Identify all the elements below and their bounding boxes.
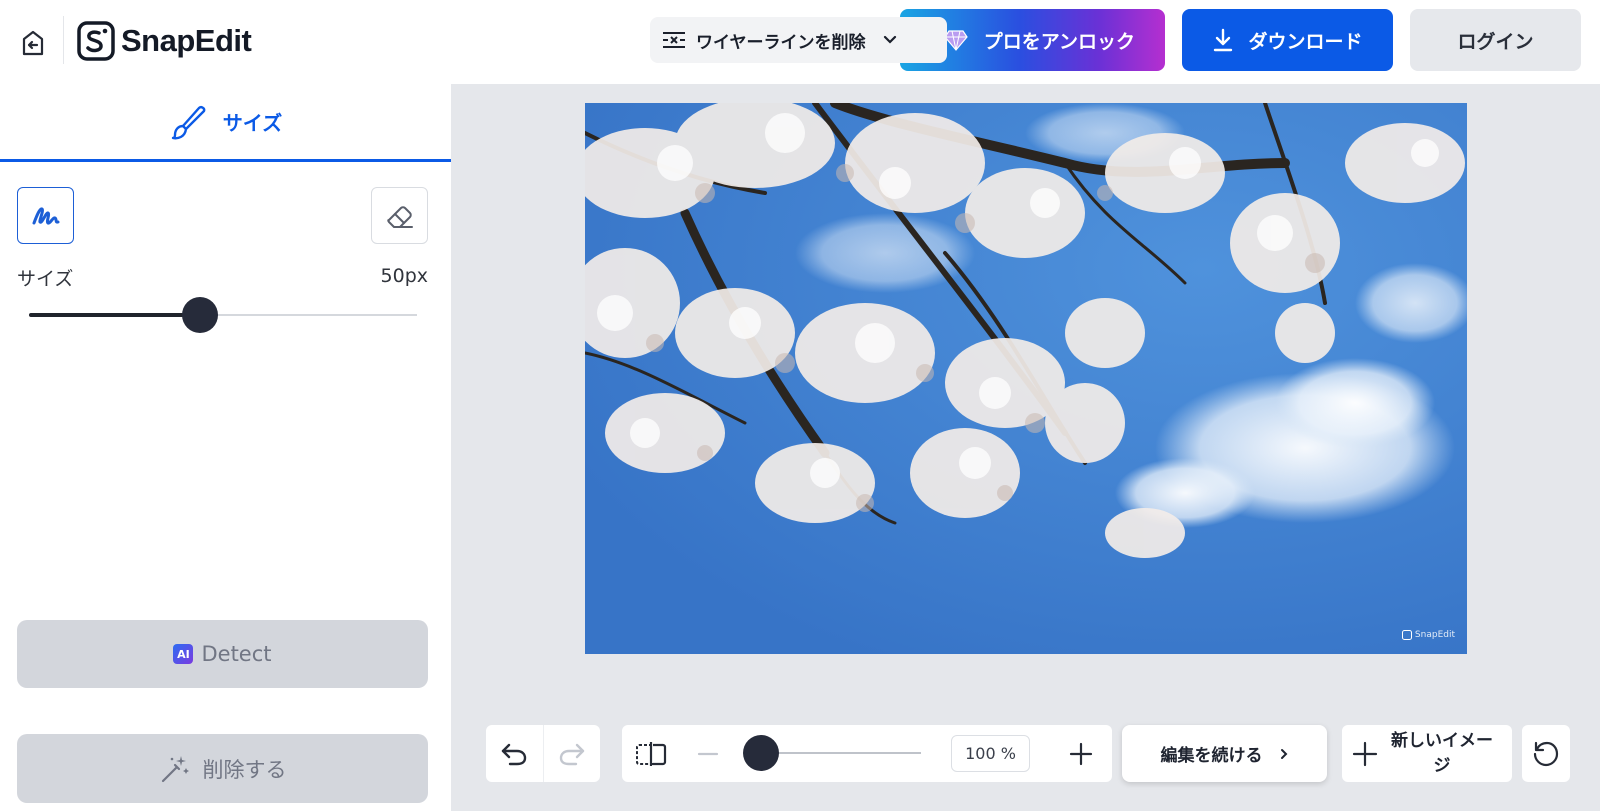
cherry-blossom-photo bbox=[585, 103, 1467, 654]
download-label: ダウンロード bbox=[1248, 30, 1363, 53]
magic-wand-icon bbox=[161, 755, 189, 782]
back-button[interactable] bbox=[16, 26, 50, 60]
plus-icon bbox=[1352, 741, 1378, 766]
unlock-pro-label: プロをアンロック bbox=[983, 30, 1135, 53]
brush-size-slider[interactable] bbox=[29, 297, 417, 333]
canvas-area: SnapEdit 100 % 編集を続ける 新しいイメージ bbox=[451, 84, 1600, 811]
watermark-text: SnapEdit bbox=[1414, 630, 1455, 640]
eraser-mode-button[interactable] bbox=[371, 187, 428, 244]
continue-editing-label: 編集を続ける bbox=[1160, 746, 1263, 766]
wire-remove-icon bbox=[663, 32, 685, 48]
login-label: ログイン bbox=[1457, 30, 1534, 53]
history-controls bbox=[486, 725, 600, 782]
download-button[interactable]: ダウンロード bbox=[1182, 9, 1393, 71]
logo[interactable]: SnapEdit bbox=[77, 20, 252, 62]
minus-icon bbox=[697, 752, 718, 755]
zoom-out-button[interactable] bbox=[679, 725, 736, 782]
chevron-right-icon bbox=[1280, 748, 1287, 759]
undo-icon bbox=[502, 743, 527, 765]
snapedit-logo-icon bbox=[77, 21, 115, 61]
zoom-in-button[interactable] bbox=[1052, 725, 1109, 782]
compare-button[interactable] bbox=[622, 725, 679, 782]
tool-select-label: ワイヤーラインを削除 bbox=[696, 32, 866, 53]
delete-label: 削除する bbox=[202, 757, 287, 782]
zoom-slider[interactable] bbox=[743, 735, 921, 771]
app-name: SnapEdit bbox=[121, 23, 252, 58]
plus-icon bbox=[1069, 742, 1092, 765]
reset-button[interactable] bbox=[1522, 725, 1570, 782]
brush-size-label: サイズ bbox=[17, 268, 74, 290]
edited-photo[interactable]: SnapEdit bbox=[585, 103, 1467, 654]
watermark: SnapEdit bbox=[1401, 630, 1455, 640]
tab-size[interactable]: サイズ bbox=[0, 84, 451, 162]
gem-icon bbox=[944, 30, 968, 51]
zoom-value: 100 % bbox=[965, 744, 1016, 763]
undo-button[interactable] bbox=[486, 725, 543, 782]
brush-mode-button[interactable] bbox=[17, 187, 74, 244]
app-header: SnapEdit ワイヤーラインを削除 プロをアンロック ダウンロード ログイン bbox=[0, 0, 1600, 84]
detect-label: Detect bbox=[201, 642, 272, 666]
new-image-button[interactable]: 新しいイメージ bbox=[1342, 725, 1512, 782]
reset-icon bbox=[1533, 741, 1559, 766]
redo-icon bbox=[559, 743, 584, 765]
brush-size-thumb[interactable] bbox=[181, 297, 218, 333]
brush-stroke-icon bbox=[32, 206, 59, 225]
paintbrush-icon bbox=[171, 105, 206, 139]
zoom-controls: 100 % bbox=[622, 725, 1112, 782]
tool-panel: サイズ サイズ 50px AI Detect 削除する bbox=[0, 84, 451, 811]
zoom-thumb[interactable] bbox=[743, 735, 779, 771]
zoom-value-field[interactable]: 100 % bbox=[951, 735, 1030, 772]
login-button[interactable]: ログイン bbox=[1410, 9, 1581, 71]
brush-size-fill bbox=[29, 313, 200, 317]
new-image-label: 新しいイメージ bbox=[1391, 730, 1493, 776]
download-icon bbox=[1214, 28, 1233, 52]
eraser-icon bbox=[386, 205, 413, 228]
redo-button[interactable] bbox=[543, 725, 600, 782]
brush-size-value: 50px bbox=[380, 265, 428, 287]
tool-select[interactable]: ワイヤーラインを削除 bbox=[650, 17, 947, 63]
tab-size-label: サイズ bbox=[222, 111, 283, 135]
compare-icon bbox=[635, 741, 666, 766]
continue-editing-button[interactable]: 編集を続ける bbox=[1122, 725, 1327, 782]
header-divider bbox=[63, 16, 64, 64]
snapedit-watermark-icon bbox=[1401, 630, 1412, 640]
detect-button[interactable]: AI Detect bbox=[17, 620, 428, 688]
ai-badge-icon: AI bbox=[173, 644, 194, 664]
delete-button[interactable]: 削除する bbox=[17, 734, 428, 803]
back-arrow-icon bbox=[22, 30, 44, 56]
chevron-down-icon bbox=[883, 35, 896, 44]
